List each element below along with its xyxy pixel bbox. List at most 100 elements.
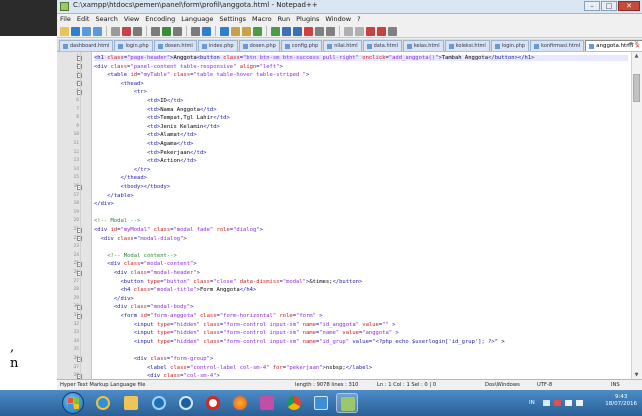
code-line[interactable]: <tr> bbox=[94, 89, 147, 95]
taskbar-explorer-button[interactable] bbox=[120, 393, 142, 413]
code-line[interactable]: </thead> bbox=[94, 175, 148, 181]
title-bar[interactable]: C:\xampp\htdocs\pemen\panel\form\profil\… bbox=[57, 0, 642, 14]
tray-arrow-icon[interactable] bbox=[543, 400, 550, 406]
code-line[interactable]: <td>Jenis Kelamin</td> bbox=[94, 124, 220, 130]
code-line[interactable]: <div class="modal-content"> bbox=[94, 261, 196, 267]
code-line[interactable]: <input type="hidden" class="form-control… bbox=[94, 322, 396, 328]
tab-koleksi-html[interactable]: koleksi.html bbox=[444, 40, 490, 51]
tray-app-icon[interactable] bbox=[554, 400, 561, 406]
code-line[interactable]: <td>Agama</td> bbox=[94, 141, 193, 147]
code-line[interactable]: <thead> bbox=[94, 81, 144, 87]
menu-item-settings[interactable]: Settings bbox=[219, 14, 246, 25]
code-editor[interactable]: 1−2−3−4−5−678910111213141516−1718192021−… bbox=[57, 51, 642, 380]
taskbar-media2-button[interactable] bbox=[175, 393, 197, 413]
save-all-icon[interactable] bbox=[93, 26, 102, 36]
code-line[interactable]: <!-- Modal content--> bbox=[94, 253, 177, 259]
tab-dosen-php[interactable]: dosen.php bbox=[238, 40, 280, 51]
function-list-icon[interactable] bbox=[326, 26, 335, 36]
menu-item-run[interactable]: Run bbox=[278, 14, 290, 25]
scrollbar-thumb[interactable] bbox=[633, 74, 640, 102]
code-line[interactable]: <div class="modal-header"> bbox=[94, 270, 200, 276]
zoom-out-icon[interactable] bbox=[253, 26, 262, 36]
close-button[interactable]: ✕ bbox=[618, 1, 640, 11]
menu-item-macro[interactable]: Macro bbox=[252, 14, 272, 25]
tab-nilai-html[interactable]: nilai.html bbox=[323, 40, 362, 51]
code-line[interactable]: <div class="modal-body"> bbox=[94, 304, 194, 310]
code-line[interactable]: </tr> bbox=[94, 167, 151, 173]
taskbar-app-button[interactable] bbox=[256, 393, 278, 413]
taskbar-media-button[interactable] bbox=[148, 393, 170, 413]
code-line[interactable]: <td>ID</td> bbox=[94, 98, 183, 104]
play-macro-icon[interactable] bbox=[366, 26, 375, 36]
tab-konfirmasi-html[interactable]: konfirmasi.html bbox=[530, 40, 585, 51]
code-line[interactable]: </div> bbox=[94, 201, 114, 207]
zoom-in-icon[interactable] bbox=[242, 26, 251, 36]
tab-dashboard-html[interactable]: dashboard.html bbox=[59, 40, 114, 51]
menu-item-[interactable]: ? bbox=[357, 14, 360, 25]
tab-data-html[interactable]: data.html bbox=[362, 40, 402, 51]
menu-item-search[interactable]: Search bbox=[95, 14, 117, 25]
code-line[interactable]: <form id="form-anggota" class="form-hori… bbox=[94, 313, 323, 319]
volume-icon[interactable] bbox=[576, 400, 583, 406]
close-icon[interactable] bbox=[111, 26, 120, 36]
code-line[interactable]: <input type="hidden" class="form-control… bbox=[94, 330, 399, 336]
print-icon[interactable] bbox=[133, 26, 142, 36]
code-line[interactable]: <!-- Modal --> bbox=[94, 218, 140, 224]
minimize-button[interactable]: – bbox=[584, 1, 600, 11]
code-line[interactable]: <button type="button" class="close" data… bbox=[94, 279, 363, 285]
start-button[interactable] bbox=[62, 392, 84, 414]
code-line[interactable]: <div class="panel-content table-responsi… bbox=[94, 64, 283, 70]
code-line[interactable]: <div id="myModal" class="modal fade" rol… bbox=[94, 227, 263, 233]
language-indicator[interactable]: IN bbox=[529, 400, 535, 406]
code-line[interactable]: <tbody></tbody> bbox=[94, 184, 171, 190]
code-line[interactable]: </table> bbox=[94, 193, 134, 199]
menu-item-view[interactable]: View bbox=[124, 14, 139, 25]
code-line[interactable]: <h1 class="page-header">Anggota<button c… bbox=[94, 55, 628, 61]
tab-login-php[interactable]: login.php bbox=[114, 40, 153, 51]
show-all-icon[interactable] bbox=[293, 26, 302, 36]
close-all-icon[interactable] bbox=[122, 26, 131, 36]
menu-item-language[interactable]: Language bbox=[181, 14, 213, 25]
code-line[interactable]: <table id="myTable" class="table table-h… bbox=[94, 72, 309, 78]
undo-icon[interactable] bbox=[191, 26, 200, 36]
tab-kelas-html[interactable]: kelas.html bbox=[402, 40, 444, 51]
code-line[interactable]: <td>Pekerjaan</td> bbox=[94, 150, 207, 156]
code-line[interactable]: </div> bbox=[94, 296, 134, 302]
indent-guide-icon[interactable] bbox=[304, 26, 313, 36]
scroll-up-icon[interactable]: ▲ bbox=[633, 53, 640, 60]
sync-scroll-icon[interactable] bbox=[271, 26, 280, 36]
vertical-scrollbar[interactable]: ▲ ▼ bbox=[631, 52, 642, 380]
stop-record-icon[interactable] bbox=[355, 26, 364, 36]
doc-map-icon[interactable] bbox=[315, 26, 324, 36]
menu-item-edit[interactable]: Edit bbox=[77, 14, 90, 25]
taskbar-opera-button[interactable] bbox=[202, 393, 224, 413]
copy-icon[interactable] bbox=[162, 26, 171, 36]
taskbar-app2-button[interactable] bbox=[310, 393, 332, 413]
save-icon[interactable] bbox=[82, 26, 91, 36]
find-icon[interactable] bbox=[220, 26, 229, 36]
tab-dosen-html[interactable]: dosen.html bbox=[153, 40, 197, 51]
run-macro-icon[interactable] bbox=[377, 26, 386, 36]
maximize-button[interactable]: □ bbox=[601, 1, 617, 11]
tab-login-php[interactable]: login.php bbox=[490, 40, 530, 51]
clock[interactable]: 9:43 18/07/2016 bbox=[605, 394, 637, 408]
tab-config-php[interactable]: config.php bbox=[280, 40, 323, 51]
save-macro-icon[interactable] bbox=[388, 26, 397, 36]
word-wrap-icon[interactable] bbox=[282, 26, 291, 36]
menu-item-window[interactable]: Window bbox=[325, 14, 351, 25]
redo-icon[interactable] bbox=[202, 26, 211, 36]
code-line[interactable]: <td>Nama Anggota</td> bbox=[94, 107, 217, 113]
code-line[interactable]: <td>Action</td> bbox=[94, 158, 197, 164]
tab-scroll-arrows-icon[interactable]: ◂▸✕ bbox=[628, 40, 639, 47]
code-line[interactable]: <div class="modal-dialog"> bbox=[94, 236, 187, 242]
taskbar-ie-button[interactable] bbox=[92, 393, 114, 413]
replace-icon[interactable] bbox=[231, 26, 240, 36]
scroll-down-icon[interactable]: ▼ bbox=[633, 372, 640, 379]
code-line[interactable]: <label class="control-label col-sm-4" fo… bbox=[94, 365, 372, 371]
menu-item-file[interactable]: File bbox=[60, 14, 71, 25]
new-file-icon[interactable] bbox=[60, 26, 69, 36]
code-line[interactable]: <div class="form-group"> bbox=[94, 356, 214, 362]
cut-icon[interactable] bbox=[151, 26, 160, 36]
code-line[interactable]: <h4 class="modal-title">Form Anggota</h4… bbox=[94, 287, 257, 293]
taskbar-notepadpp-button[interactable] bbox=[336, 393, 358, 413]
